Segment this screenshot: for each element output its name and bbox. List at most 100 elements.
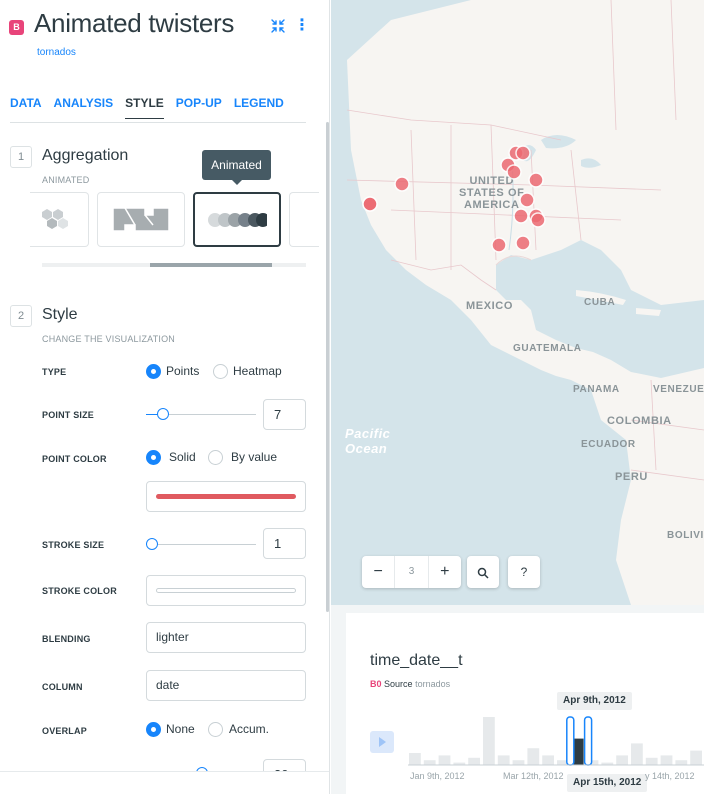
- histogram-bar[interactable]: [616, 755, 628, 765]
- aggregation-scroll-thumb[interactable]: [150, 263, 272, 267]
- source-name: tornados: [415, 679, 451, 689]
- section-number: 1: [10, 146, 32, 168]
- point-color-byvalue-label: By value: [231, 450, 278, 464]
- source-label: Source: [384, 679, 413, 689]
- aggregation-title: Aggregation: [42, 147, 129, 164]
- tab-data[interactable]: DATA: [10, 96, 42, 119]
- help-icon: ?: [520, 565, 528, 579]
- range-end-label: Apr 15th, 2012: [567, 774, 648, 792]
- squares-icon: [112, 206, 170, 232]
- histogram-bar[interactable]: [483, 717, 495, 765]
- type-heatmap-label: Heatmap: [233, 364, 282, 378]
- animated-icon: [208, 212, 267, 227]
- point-size-slider-handle[interactable]: [156, 408, 169, 420]
- map-view[interactable]: UNITED STATES OF AMERICA MEXICO CUBA GUA…: [331, 0, 704, 605]
- tornado-point[interactable]: [491, 237, 507, 253]
- stroke-size-label: STROKE SIZE: [42, 540, 105, 550]
- histogram-bar[interactable]: [468, 757, 480, 765]
- type-heatmap-radio[interactable]: [213, 364, 228, 379]
- tornado-point[interactable]: [513, 208, 529, 224]
- range-brush-handle[interactable]: [583, 716, 593, 766]
- timeseries-histogram[interactable]: [408, 712, 704, 772]
- histogram-bar[interactable]: [438, 755, 451, 765]
- histogram-bar[interactable]: [527, 748, 540, 765]
- histogram-bar[interactable]: [675, 760, 688, 765]
- tornado-point[interactable]: [528, 172, 544, 188]
- hexabins-icon: [42, 208, 68, 229]
- type-points-label: Points: [166, 364, 200, 378]
- tornado-point[interactable]: [530, 212, 546, 228]
- style-title: Style: [42, 306, 78, 323]
- axis-label: Jan 9th, 2012: [410, 771, 465, 781]
- tornado-point[interactable]: [515, 235, 531, 251]
- play-button[interactable]: [370, 731, 394, 753]
- histogram-bar[interactable]: [660, 755, 673, 765]
- histogram-bar[interactable]: [512, 760, 525, 765]
- tornado-point[interactable]: [394, 176, 410, 192]
- compress-icon[interactable]: [270, 18, 286, 34]
- layer-source-link[interactable]: tornados: [37, 47, 76, 58]
- tab-legend[interactable]: LEGEND: [234, 96, 284, 119]
- overlap-accum-radio[interactable]: [208, 722, 223, 737]
- panel-scrollbar[interactable]: [326, 122, 329, 612]
- histogram-bar[interactable]: [631, 743, 643, 765]
- histogram-bar[interactable]: [645, 757, 658, 765]
- histogram-bar[interactable]: [409, 753, 421, 765]
- aggregation-option-hexabins[interactable]: [30, 192, 89, 247]
- aggregation-option-animated[interactable]: [193, 192, 281, 247]
- point-color-byvalue-radio[interactable]: [208, 450, 223, 465]
- layer-badge: B: [9, 20, 24, 35]
- range-brush-handle[interactable]: [566, 716, 575, 766]
- search-button[interactable]: [467, 556, 499, 588]
- histogram-bar[interactable]: [497, 755, 510, 765]
- aggregation-tooltip: Animated: [202, 150, 271, 185]
- point-layer: [362, 145, 546, 253]
- widget-title: time_date__t: [370, 652, 463, 669]
- aggregation-option-more[interactable]: [289, 192, 319, 247]
- histogram-bar[interactable]: [423, 760, 436, 765]
- zoom-level: 3: [394, 556, 429, 588]
- column-select[interactable]: date: [146, 670, 306, 701]
- column-label: COLUMN: [42, 682, 83, 692]
- point-size-input[interactable]: 7: [263, 399, 306, 430]
- point-color-swatch: [156, 494, 296, 499]
- tornado-point[interactable]: [515, 145, 531, 161]
- layer-title[interactable]: Animated twisters: [34, 8, 234, 39]
- tornado-point[interactable]: [519, 192, 535, 208]
- point-color-picker[interactable]: [146, 481, 306, 512]
- stroke-size-input[interactable]: 1: [263, 528, 306, 559]
- stroke-color-label: STROKE COLOR: [42, 586, 117, 596]
- zoom-out-button[interactable]: −: [362, 556, 394, 588]
- layer-panel: B Animated twisters tornados ⋮ DATA ANAL…: [0, 0, 330, 794]
- tab-style[interactable]: STYLE: [125, 96, 164, 119]
- point-color-solid-label: Solid: [169, 450, 196, 464]
- tab-analysis[interactable]: ANALYSIS: [54, 96, 114, 119]
- section-number: 2: [10, 305, 32, 327]
- tab-popup[interactable]: POP-UP: [176, 96, 222, 119]
- tabs-divider: [10, 122, 306, 123]
- widget-source: B0 Source tornados: [370, 679, 450, 689]
- stroke-size-slider-track[interactable]: [146, 544, 256, 545]
- aggregation-subtitle: ANIMATED: [42, 175, 90, 185]
- help-button[interactable]: ?: [508, 556, 540, 588]
- type-points-radio[interactable]: [146, 364, 161, 379]
- axis-label: y 14th, 2012: [645, 771, 695, 781]
- blending-label: BLENDING: [42, 634, 91, 644]
- tornado-point[interactable]: [506, 164, 522, 180]
- point-size-label: POINT SIZE: [42, 410, 95, 420]
- more-options-icon[interactable]: ⋮: [294, 18, 310, 34]
- point-color-label: POINT COLOR: [42, 454, 107, 464]
- zoom-in-button[interactable]: +: [429, 556, 461, 588]
- overlap-none-radio[interactable]: [146, 722, 161, 737]
- stroke-color-picker[interactable]: [146, 575, 306, 606]
- blending-select[interactable]: lighter: [146, 622, 306, 653]
- aggregation-option-squares[interactable]: [97, 192, 185, 247]
- stroke-size-slider-handle[interactable]: [145, 538, 158, 550]
- range-start-label: Apr 9th, 2012: [557, 692, 632, 710]
- histogram-bar[interactable]: [542, 755, 554, 765]
- tornado-point[interactable]: [362, 196, 378, 212]
- zoom-control: − 3 +: [362, 556, 461, 588]
- axis-label: Mar 12th, 2012: [503, 771, 564, 781]
- point-color-solid-radio[interactable]: [146, 450, 161, 465]
- histogram-bar[interactable]: [690, 750, 702, 765]
